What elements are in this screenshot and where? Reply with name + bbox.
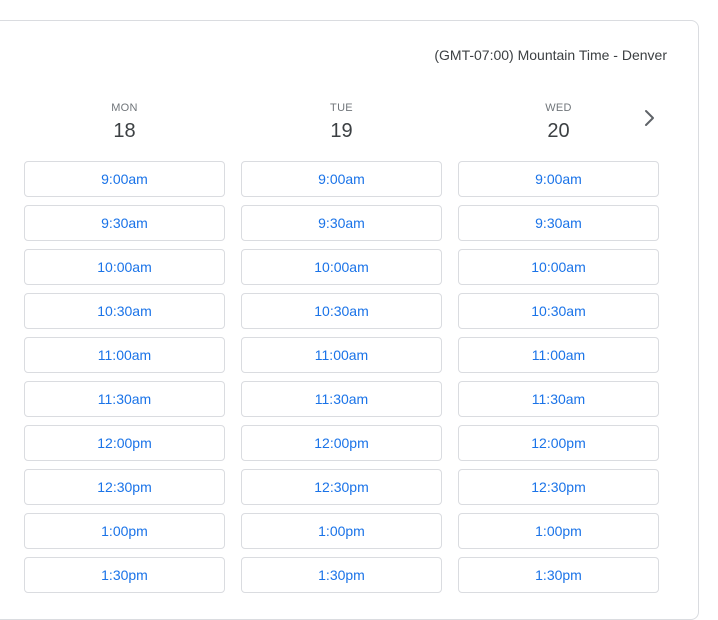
time-slot-button[interactable]: 11:00am [241,337,442,373]
timezone-label[interactable]: (GMT-07:00) Mountain Time - Denver [434,47,667,63]
time-slot-button[interactable]: 11:30am [458,381,659,417]
time-slot-button[interactable]: 9:30am [458,205,659,241]
time-slot-button[interactable]: 9:30am [24,205,225,241]
time-slot-button[interactable]: 12:30pm [241,469,442,505]
time-slot-button[interactable]: 10:00am [24,249,225,285]
time-slot-button[interactable]: 9:00am [458,161,659,197]
time-slot-button[interactable]: 11:30am [241,381,442,417]
time-slot-button[interactable]: 10:00am [458,249,659,285]
day-name: MON [111,102,138,114]
time-slot-button[interactable]: 11:30am [24,381,225,417]
chevron-right-icon [645,110,654,126]
time-slot-button[interactable]: 12:00pm [241,425,442,461]
slots-column-mon: 9:00am 9:30am 10:00am 10:30am 11:00am 11… [24,161,225,601]
day-header-mon: MON 18 [24,101,225,144]
time-slot-button[interactable]: 11:00am [24,337,225,373]
time-slot-button[interactable]: 10:00am [241,249,442,285]
time-slot-button[interactable]: 1:00pm [458,513,659,549]
time-slot-button[interactable]: 12:00pm [458,425,659,461]
time-slot-button[interactable]: 10:30am [241,293,442,329]
day-name: WED [545,102,572,114]
time-slot-button[interactable]: 1:30pm [458,557,659,593]
slots-column-wed: 9:00am 9:30am 10:00am 10:30am 11:00am 11… [458,161,659,601]
time-slot-button[interactable]: 11:00am [458,337,659,373]
day-date: 19 [330,120,353,142]
time-slot-button[interactable]: 1:30pm [24,557,225,593]
time-slot-button[interactable]: 12:30pm [24,469,225,505]
next-days-button[interactable] [636,105,662,131]
time-slot-button[interactable]: 10:30am [24,293,225,329]
time-slot-button[interactable]: 9:00am [241,161,442,197]
slots-column-tue: 9:00am 9:30am 10:00am 10:30am 11:00am 11… [241,161,442,601]
time-slot-button[interactable]: 12:00pm [24,425,225,461]
day-header-wed: WED 20 [458,101,659,144]
time-slot-button[interactable]: 9:00am [24,161,225,197]
day-name: TUE [330,102,353,114]
time-slot-button[interactable]: 9:30am [241,205,442,241]
time-slot-button[interactable]: 1:30pm [241,557,442,593]
time-slot-button[interactable]: 10:30am [458,293,659,329]
time-slot-button[interactable]: 1:00pm [24,513,225,549]
day-date: 20 [547,120,570,142]
time-slot-button[interactable]: 1:00pm [241,513,442,549]
time-slot-button[interactable]: 12:30pm [458,469,659,505]
day-date: 18 [113,120,136,142]
day-header-tue: TUE 19 [241,101,442,144]
